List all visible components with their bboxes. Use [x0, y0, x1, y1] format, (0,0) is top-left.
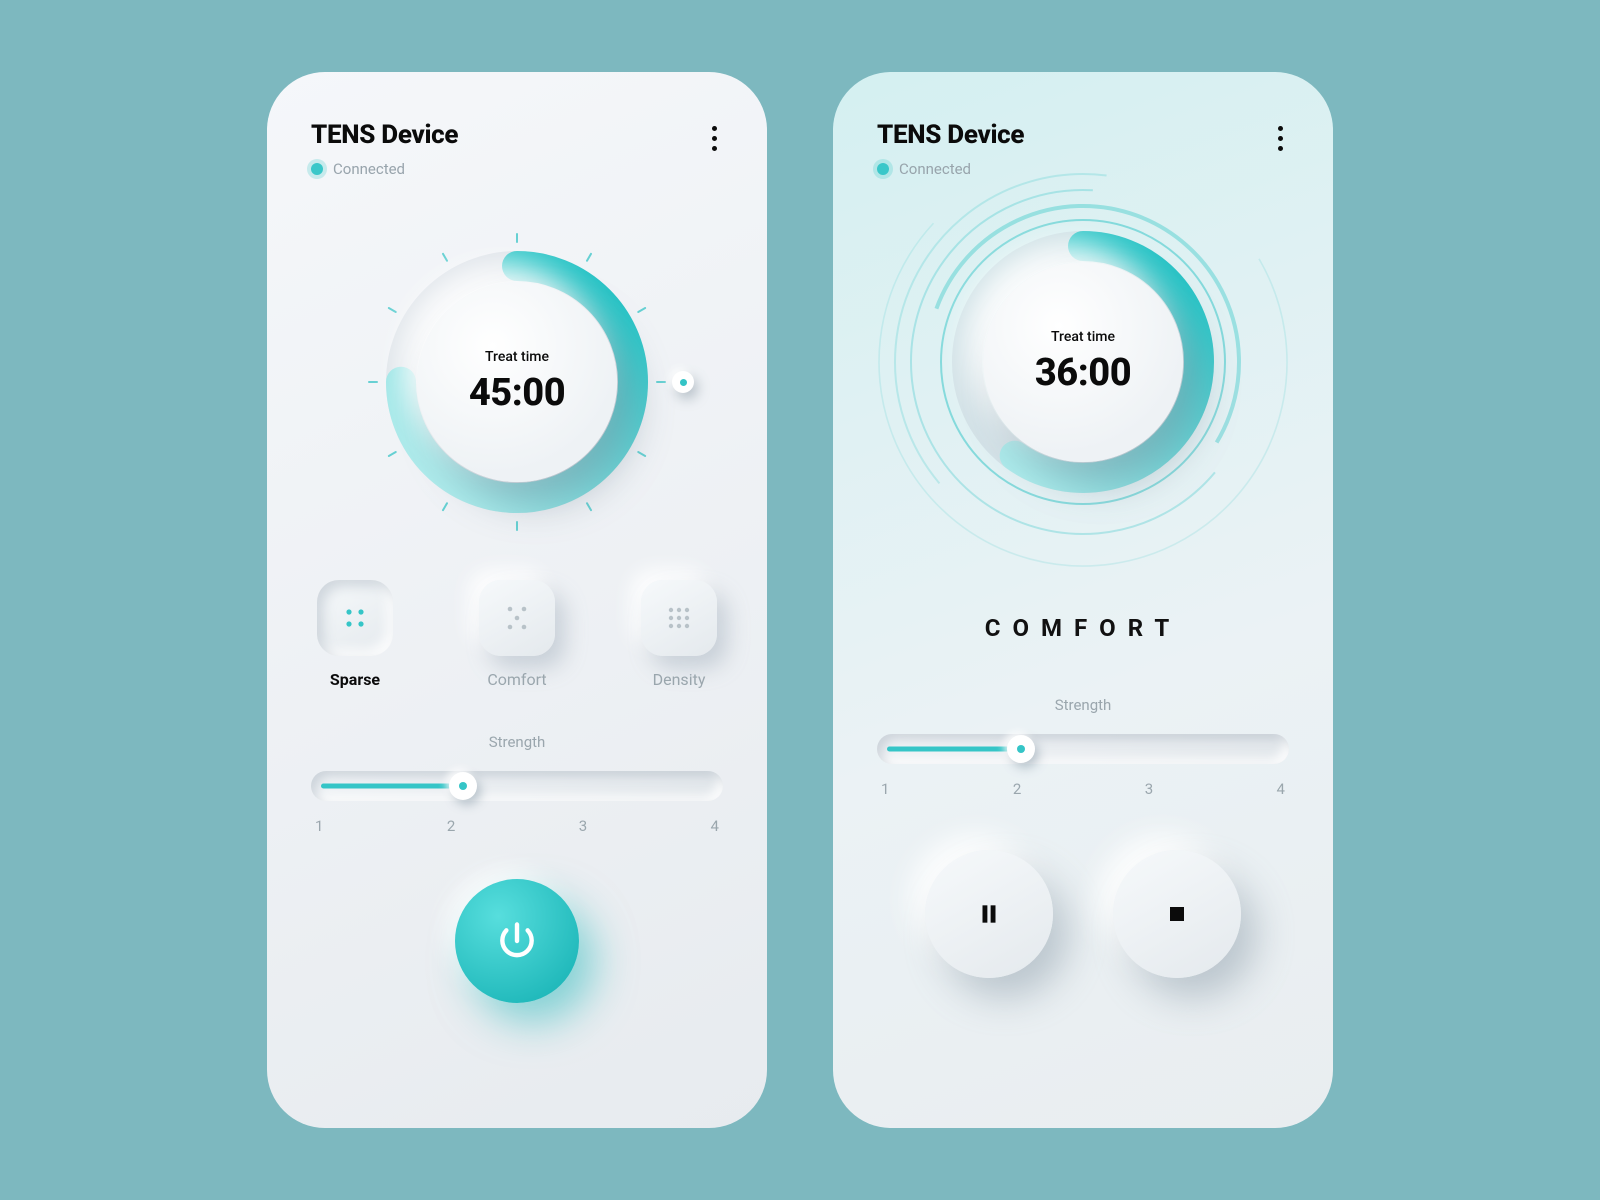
slider-mark: 3	[579, 817, 587, 835]
strength-slider[interactable]	[311, 771, 723, 801]
slider-mark: 3	[1145, 780, 1153, 798]
connection-dot-icon	[311, 163, 323, 175]
power-row	[311, 879, 723, 1003]
mode-label-comfort: Comfort	[487, 670, 546, 689]
strength-slider-block: Strength 1 2 3 4	[311, 733, 723, 835]
stop-button[interactable]	[1113, 850, 1241, 978]
dial-knob: Treat time 36:00	[983, 262, 1183, 462]
slider-mark: 1	[315, 817, 323, 835]
mode-selector: Sparse Comfort Density	[311, 580, 723, 689]
mode-label-sparse: Sparse	[330, 670, 380, 689]
slider-marks: 1 2 3 4	[877, 780, 1289, 798]
screen-setup: TENS Device Connected	[267, 72, 767, 1128]
strength-label: Strength	[877, 696, 1289, 714]
stop-icon	[1165, 902, 1189, 926]
slider-mark: 2	[447, 817, 455, 835]
density-icon	[664, 603, 694, 633]
dial-label: Treat time	[1051, 329, 1115, 345]
power-icon	[495, 919, 539, 963]
mode-comfort: Comfort	[479, 580, 555, 689]
dial-knob: Treat time 45:00	[417, 282, 617, 482]
device-title: TENS Device	[877, 120, 1024, 150]
timer-dial[interactable]: Treat time 36:00	[877, 202, 1289, 562]
dial-label: Treat time	[485, 349, 549, 365]
more-menu-icon[interactable]	[706, 120, 723, 157]
slider-fill	[887, 747, 1021, 752]
strength-slider[interactable]	[877, 734, 1289, 764]
device-title: TENS Device	[311, 120, 458, 150]
strength-slider-block: Strength 1 2 3 4	[877, 696, 1289, 798]
slider-mark: 4	[711, 817, 719, 835]
power-button[interactable]	[455, 879, 579, 1003]
connection-status-text: Connected	[333, 160, 405, 178]
mode-button-density[interactable]	[641, 580, 717, 656]
slider-mark: 2	[1013, 780, 1021, 798]
slider-thumb[interactable]	[449, 772, 477, 800]
mode-sparse: Sparse	[317, 580, 393, 689]
mode-button-comfort[interactable]	[479, 580, 555, 656]
comfort-icon	[502, 603, 532, 633]
mode-button-sparse[interactable]	[317, 580, 393, 656]
strength-label: Strength	[311, 733, 723, 751]
timer-dial[interactable]: Treat time 45:00	[311, 222, 723, 542]
active-mode-label: COMFORT	[877, 614, 1289, 642]
mode-density: Density	[641, 580, 717, 689]
playback-controls	[877, 850, 1289, 978]
sparse-icon	[341, 604, 369, 632]
slider-marks: 1 2 3 4	[311, 817, 723, 835]
dial-time-value: 45:00	[469, 371, 565, 415]
dial-handle[interactable]	[672, 371, 694, 393]
mode-label-density: Density	[653, 670, 706, 689]
slider-mark: 4	[1277, 780, 1285, 798]
screen-running: TENS Device Connected	[833, 72, 1333, 1128]
pause-button[interactable]	[925, 850, 1053, 978]
pause-icon	[976, 901, 1002, 927]
slider-thumb[interactable]	[1007, 735, 1035, 763]
slider-fill	[321, 784, 463, 789]
slider-mark: 1	[881, 780, 889, 798]
dial-time-value: 36:00	[1035, 351, 1131, 395]
connection-status: Connected	[311, 160, 458, 178]
header: TENS Device Connected	[311, 120, 723, 178]
